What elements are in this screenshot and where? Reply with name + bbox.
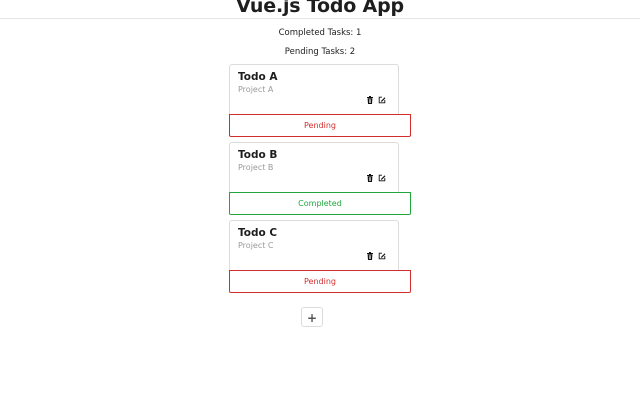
todo-card: Todo C Project C Pending bbox=[229, 220, 411, 293]
app-header: Vue.js Todo App bbox=[0, 0, 640, 19]
todo-actions bbox=[366, 252, 386, 260]
todo-project: Project B bbox=[238, 163, 274, 172]
todo-list: Todo A Project A Pending Todo B Project … bbox=[229, 64, 411, 298]
todo-card-body: Todo A Project A bbox=[229, 64, 399, 114]
trash-icon[interactable] bbox=[366, 174, 374, 182]
pending-tasks-count: Pending Tasks: 2 bbox=[284, 47, 356, 57]
add-todo-button[interactable]: + bbox=[301, 307, 323, 327]
edit-icon[interactable] bbox=[378, 252, 386, 260]
todo-project: Project C bbox=[238, 241, 274, 250]
status-button-pending[interactable]: Pending bbox=[229, 270, 411, 293]
todo-title: Todo C bbox=[238, 227, 278, 239]
todo-card-body: Todo C Project C bbox=[229, 220, 399, 270]
app-title: Vue.js Todo App bbox=[236, 0, 404, 17]
todo-title: Todo B bbox=[238, 149, 278, 161]
todo-title: Todo A bbox=[238, 71, 278, 83]
edit-icon[interactable] bbox=[378, 174, 386, 182]
todo-card-body: Todo B Project B bbox=[229, 142, 399, 192]
trash-icon[interactable] bbox=[366, 96, 374, 104]
completed-tasks-count: Completed Tasks: 1 bbox=[278, 28, 362, 38]
status-button-completed[interactable]: Completed bbox=[229, 192, 411, 215]
todo-project: Project A bbox=[238, 85, 274, 94]
status-button-pending[interactable]: Pending bbox=[229, 114, 411, 137]
todo-card: Todo B Project B Completed bbox=[229, 142, 411, 215]
todo-app: Vue.js Todo App Completed Tasks: 1 Pendi… bbox=[0, 0, 640, 400]
todo-actions bbox=[366, 174, 386, 182]
trash-icon[interactable] bbox=[366, 252, 374, 260]
edit-icon[interactable] bbox=[378, 96, 386, 104]
todo-actions bbox=[366, 96, 386, 104]
todo-card: Todo A Project A Pending bbox=[229, 64, 411, 137]
